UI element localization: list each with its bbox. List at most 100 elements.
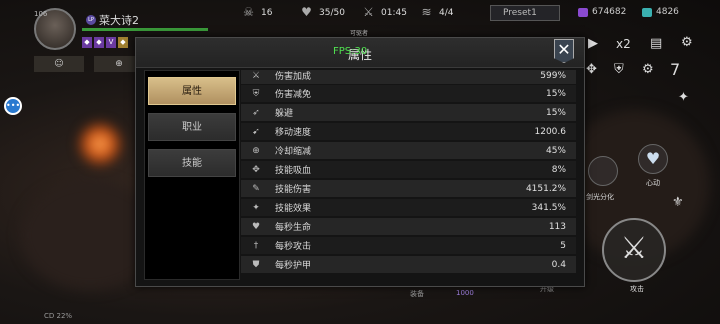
stat-name: 每秒攻击 <box>275 242 312 252</box>
chat-bubble-button[interactable]: ••• <box>4 97 22 115</box>
stat-name: 技能吸血 <box>275 166 312 176</box>
bottom-text: 1000 <box>456 289 474 297</box>
player-name: 菜大诗2 <box>99 14 139 27</box>
skill-damage-icon: ✎ <box>252 183 260 194</box>
teal-gem-icon <box>642 7 652 17</box>
stat-row: ✦ 技能效果 341.5% <box>241 199 576 216</box>
target-icon[interactable]: ✥ <box>586 62 597 77</box>
stat-row: ➶ 躲避 15% <box>241 104 576 121</box>
stat-name: 移动速度 <box>275 128 312 138</box>
sword-icon: † <box>253 240 259 251</box>
cooldown-icon: ⊕ <box>252 145 260 156</box>
stat-name: 躲避 <box>275 109 294 119</box>
heart-icon: ♥ <box>251 221 261 232</box>
stat-name: 每秒生命 <box>275 223 312 233</box>
currency-purple: 674682 <box>578 7 626 17</box>
fire-effect <box>78 122 122 166</box>
party-slot[interactable]: ☺ <box>34 56 84 72</box>
close-button[interactable]: ✕ <box>554 39 574 63</box>
party-slots: ☺ ⊕ <box>34 56 144 72</box>
stat-value: 5 <box>560 240 566 251</box>
stat-name: 冷却缩减 <box>275 147 312 157</box>
stat-value: 1200.6 <box>534 126 567 137</box>
stat-row: ⛨ 伤害减免 15% <box>241 85 576 102</box>
attributes-modal: 可驱者 属性 FPS:30 ✕ 属性 职业 技能 ⚔ 伤害加成 599% ⛨ 伤… <box>135 30 585 287</box>
armor-icon: ⛊ <box>252 259 260 270</box>
tab-skills[interactable]: 技能 <box>148 149 236 177</box>
kill-count: 16 <box>261 7 273 18</box>
layers-icon: ≋ <box>421 5 432 19</box>
stat-list[interactable]: ⚔ 伤害加成 599% ⛨ 伤害减免 15% ➶ 躲避 15% ➹ 移动速度 1… <box>241 70 576 282</box>
attack-button[interactable]: ⚔ <box>602 218 666 282</box>
chat-icon[interactable]: ▤ <box>650 36 662 51</box>
heart-icon: ♥ <box>301 5 312 19</box>
stat-row: † 每秒攻击 5 <box>241 237 576 254</box>
stat-name: 伤害加成 <box>275 72 312 82</box>
shield-icon[interactable]: ⛨ <box>614 62 624 77</box>
bottom-text: 装备 <box>410 290 424 298</box>
player-health-bar <box>82 28 208 31</box>
crossed-swords-icon: ⚔ <box>363 5 374 19</box>
stat-value: 4151.2% <box>525 183 566 194</box>
damage-bonus-icon: ⚔ <box>251 70 261 81</box>
tab-attributes[interactable]: 属性 <box>148 77 236 105</box>
timer: ⚔ 01:45 <box>362 6 407 19</box>
skill-button-heart[interactable]: ♥ <box>638 144 668 174</box>
stat-value: 8% <box>551 164 566 175</box>
settings-icon[interactable]: ⚙ <box>642 62 654 77</box>
preset-dropdown[interactable]: Preset1 <box>490 5 560 21</box>
skull-icon: ☠ <box>243 5 254 19</box>
stat-name: 伤害减免 <box>275 90 312 100</box>
dodge-icon: ➶ <box>252 107 260 118</box>
skill-label: 心动 <box>646 179 660 187</box>
scroll-icon[interactable]: ⚜ <box>672 195 684 210</box>
hp-value: 35/50 <box>319 7 345 18</box>
lp-badge: LP <box>86 15 96 25</box>
player-level: 106 <box>34 10 48 18</box>
stat-value: 15% <box>545 88 566 99</box>
kill-counter: ☠ 16 <box>242 6 272 19</box>
currency-teal: 4826 <box>642 7 679 17</box>
stat-row: ⊕ 冷却缩减 45% <box>241 142 576 159</box>
shield-icon: ⛨ <box>252 88 260 99</box>
stat-value: 15% <box>545 107 566 118</box>
stat-row: ⚔ 伤害加成 599% <box>241 70 576 84</box>
stat-value: 341.5% <box>531 202 566 213</box>
gear-icon[interactable]: ⚙ <box>681 35 693 50</box>
boot-icon: ➹ <box>252 126 260 137</box>
tab-class[interactable]: 职业 <box>148 113 236 141</box>
stat-name: 技能伤害 <box>275 185 312 195</box>
bottom-left-text: CD 22% <box>44 312 73 320</box>
stat-row: ✥ 技能吸血 8% <box>241 161 576 178</box>
currency-teal-value: 4826 <box>656 7 679 17</box>
stat-value: 599% <box>540 70 566 81</box>
modal-header: 可驱者 属性 FPS:30 ✕ <box>136 30 584 68</box>
speed-button[interactable]: x2 <box>616 37 631 51</box>
purple-gem-icon <box>578 7 588 17</box>
buff-icon: ◆ <box>94 37 104 48</box>
buff-icon: V <box>106 37 116 48</box>
tab-panel: 属性 职业 技能 <box>144 70 240 280</box>
lifesteal-icon: ✥ <box>252 164 260 175</box>
stat-row: ➹ 移动速度 1200.6 <box>241 123 576 140</box>
stat-row: ⛊ 每秒护甲 0.4 <box>241 256 576 273</box>
slot-counter: ≋ 4/4 <box>420 6 453 19</box>
stat-value: 0.4 <box>551 259 566 270</box>
subtitle-overlay: 可驱者 <box>350 30 369 37</box>
play-icon[interactable]: ▶ <box>588 36 598 51</box>
timer-value: 01:45 <box>381 7 407 18</box>
stat-row: ✎ 技能伤害 4151.2% <box>241 180 576 197</box>
star-icon[interactable]: ✦ <box>678 90 689 105</box>
fps-overlay: FPS:30 <box>333 46 368 57</box>
slot-value: 4/4 <box>439 7 454 18</box>
stat-row: ♥ 每秒生命 113 <box>241 218 576 235</box>
seven-icon[interactable]: 7 <box>670 60 680 79</box>
stat-value: 113 <box>548 221 566 232</box>
skill-label: 剑光分化 <box>586 193 614 201</box>
hp-counter: ♥ 35/50 <box>300 6 345 19</box>
stat-value: 45% <box>545 145 566 156</box>
skill-effect-icon: ✦ <box>252 202 260 213</box>
attack-label: 攻击 <box>630 285 644 293</box>
buff-icon: ◆ <box>118 37 128 48</box>
skill-button-slash[interactable] <box>588 156 618 186</box>
